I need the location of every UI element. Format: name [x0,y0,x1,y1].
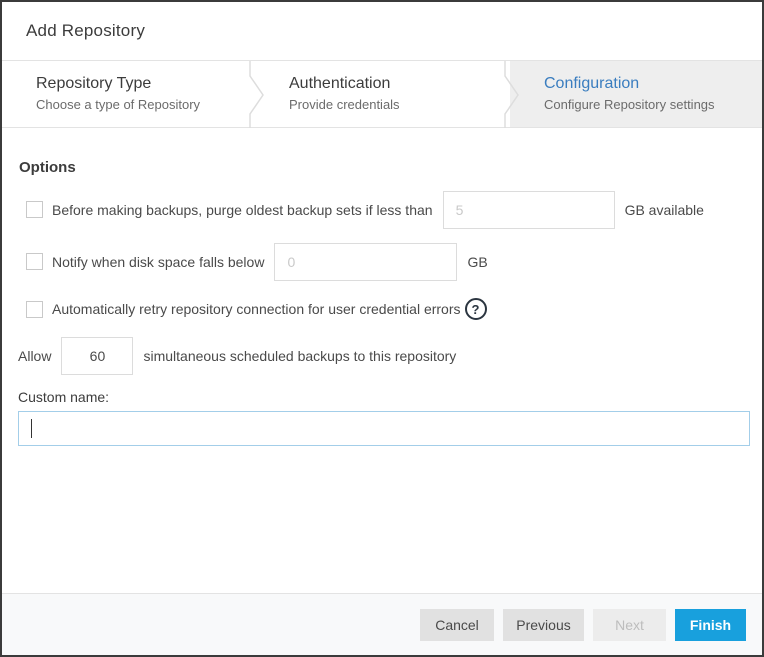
purge-checkbox[interactable] [26,201,43,218]
purge-suffix: GB available [624,201,704,218]
allow-suffix: simultaneous scheduled backups to this r… [143,348,457,364]
purge-option-row: Before making backups, purge oldest back… [26,190,704,229]
retry-checkbox[interactable] [26,300,43,318]
step-divider-chevron-icon [504,61,519,129]
dialog-title: Add Repository [26,21,146,40]
retry-option-row: Automatically retry repository connectio… [26,297,487,321]
step-subtitle: Configure Repository settings [544,97,715,112]
notify-threshold-input[interactable] [274,242,458,281]
notify-suffix: GB [467,253,488,270]
step-title: Authentication [289,75,391,92]
wizard-stepper: Repository Type Choose a type of Reposit… [2,60,762,129]
purge-label: Before making backups, purge oldest back… [52,201,433,218]
cancel-button[interactable]: Cancel [420,608,494,641]
finish-button[interactable]: Finish [675,608,746,641]
dialog-footer: Cancel Previous Next Finish [2,593,762,655]
notify-checkbox[interactable] [26,253,43,270]
simultaneous-backups-input[interactable] [61,337,134,375]
configuration-panel: Options Before making backups, purge old… [2,128,762,591]
options-heading: Options [19,159,76,176]
dialog-header: Add Repository [2,2,762,60]
step-title: Repository Type [36,75,152,92]
step-configuration[interactable]: Configuration Configure Repository setti… [510,61,762,127]
add-repository-dialog: Add Repository Repository Type Choose a … [0,0,764,657]
notify-label: Notify when disk space falls below [52,253,265,270]
step-authentication[interactable]: Authentication Provide credentials [255,61,510,127]
step-subtitle: Choose a type of Repository [36,97,201,112]
purge-threshold-input[interactable] [442,190,615,229]
retry-label: Automatically retry repository connectio… [52,301,461,317]
step-repository-type[interactable]: Repository Type Choose a type of Reposit… [2,61,255,127]
step-divider-chevron-icon [249,61,264,129]
allow-option-row: Allow simultaneous scheduled backups to … [18,336,456,376]
previous-button[interactable]: Previous [503,608,584,641]
custom-name-field-wrap [18,411,750,446]
next-button[interactable]: Next [593,608,666,641]
custom-name-input[interactable] [18,411,750,446]
question-circle-icon[interactable]: ? [464,298,487,320]
custom-name-label: Custom name: [18,389,110,405]
notify-option-row: Notify when disk space falls below GB [26,242,488,281]
allow-prefix: Allow [18,348,52,364]
step-subtitle: Provide credentials [289,97,400,112]
text-caret [31,419,32,438]
step-title: Configuration [544,75,640,92]
